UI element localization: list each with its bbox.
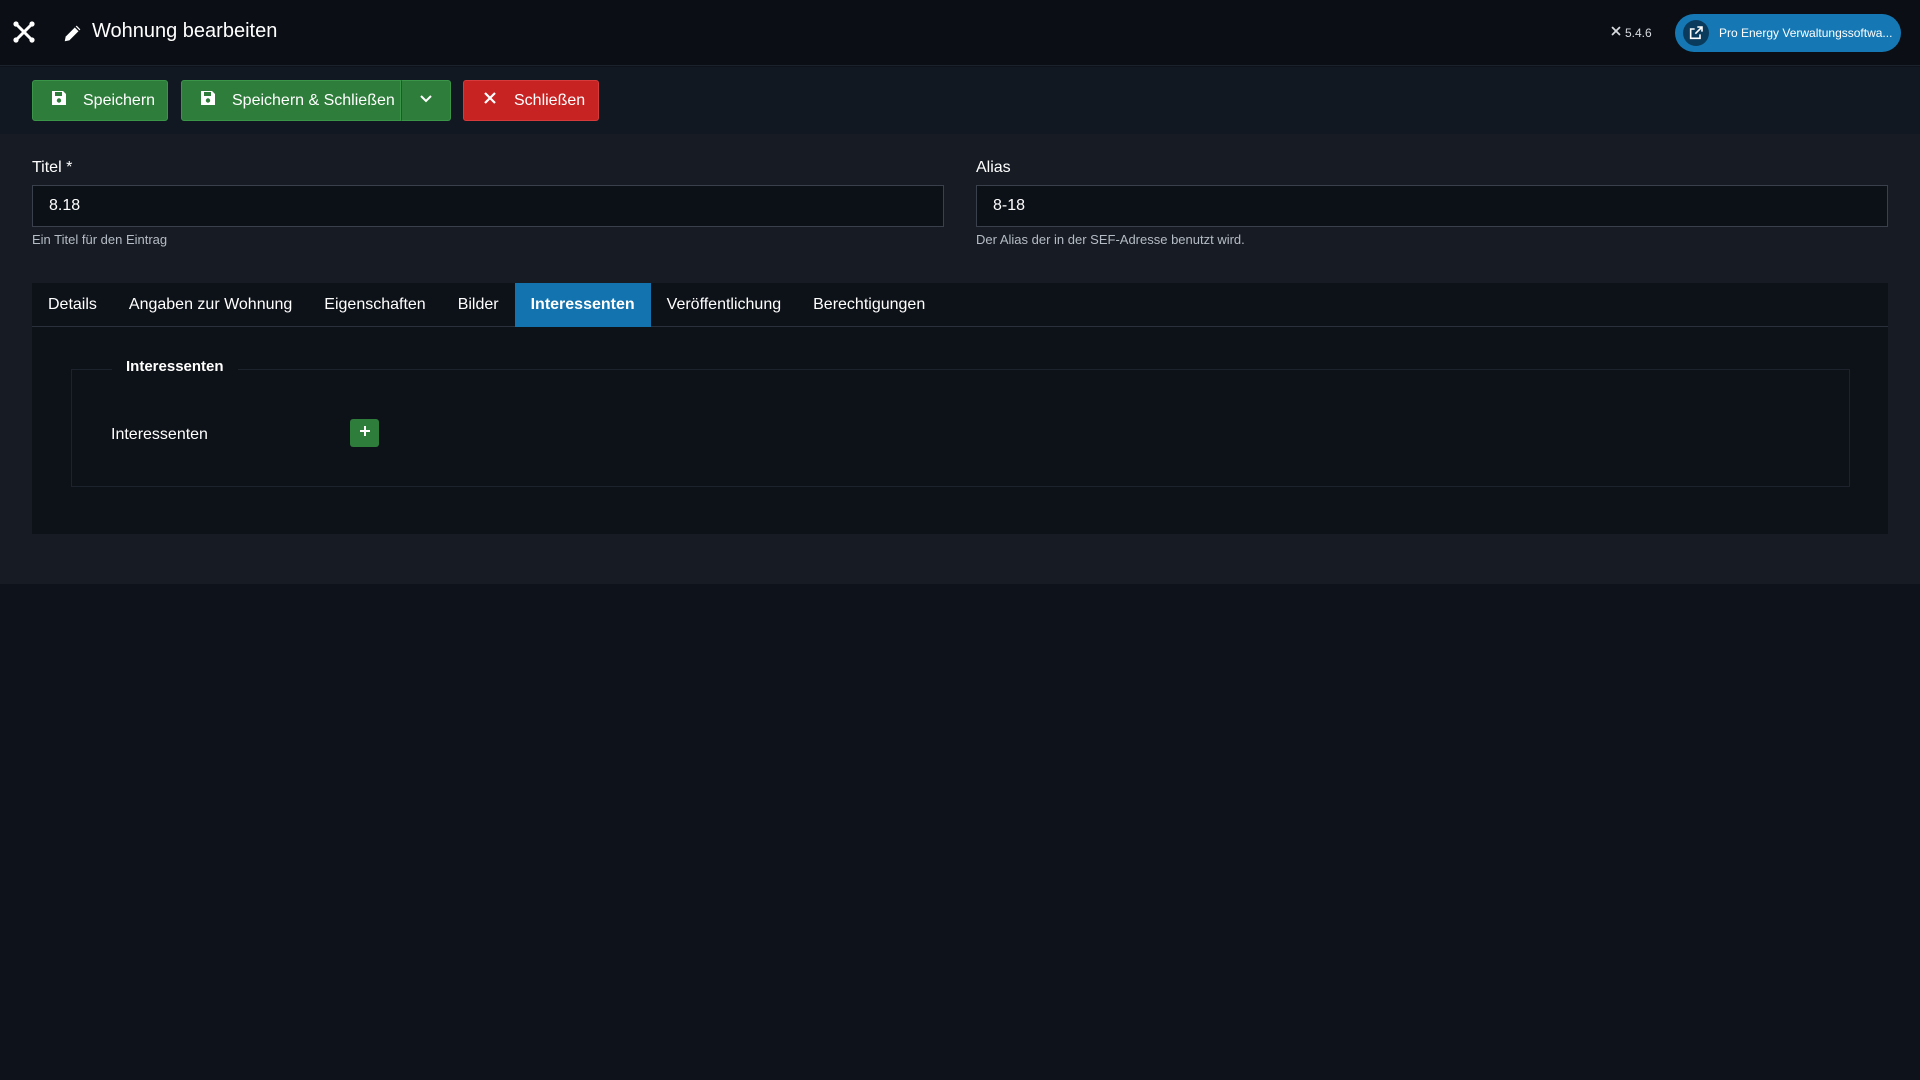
close-button[interactable]: Schließen (463, 80, 599, 121)
title-hint: Ein Titel für den Eintrag (32, 232, 168, 247)
version-info: 5.4.6 (1610, 25, 1652, 40)
close-label: Schließen (514, 91, 586, 109)
pencil-icon (62, 22, 84, 44)
joomla-icon[interactable] (12, 20, 36, 44)
title-label: Titel * (32, 159, 73, 176)
save-button[interactable]: Speichern (32, 80, 168, 121)
joomla-small-icon (1610, 25, 1622, 40)
tab-panel-interessenten: Interessenten Interessenten (32, 327, 1888, 534)
interessenten-fieldset: Interessenten Interessenten (71, 358, 1850, 487)
tab-interessenten[interactable]: Interessenten (514, 283, 651, 327)
tab-veroeffentlichung[interactable]: Veröffentlichung (651, 283, 797, 327)
save-and-close-button[interactable]: Speichern & Schließen (181, 80, 401, 121)
save-label: Speichern (83, 91, 156, 109)
page-title: Wohnung bearbeiten (92, 20, 278, 42)
interessenten-field-label: Interessenten (111, 426, 208, 443)
plus-icon (359, 424, 371, 442)
alias-hint: Der Alias der in der SEF-Adresse benutzt… (976, 232, 1245, 247)
save-and-close-label: Speichern & Schließen (232, 91, 395, 109)
view-site-label: Pro Energy Verwaltungssoftwa... (1719, 26, 1893, 40)
alias-label: Alias (976, 159, 1011, 176)
fieldset-legend: Interessenten (112, 358, 238, 375)
alias-input[interactable] (976, 185, 1888, 227)
tab-bar: Details Angaben zur Wohnung Eigenschafte… (32, 283, 1888, 327)
view-site-button[interactable]: Pro Energy Verwaltungssoftwa... (1675, 14, 1901, 52)
external-link-icon (1683, 20, 1709, 46)
toolbar: Speichern Speichern & Schließen Schließe… (0, 67, 1920, 134)
tab-bilder[interactable]: Bilder (442, 283, 515, 327)
version-label: 5.4.6 (1625, 25, 1652, 40)
title-input[interactable] (32, 185, 944, 227)
add-interessent-button[interactable] (350, 419, 379, 447)
tab-details[interactable]: Details (32, 283, 113, 327)
tab-eigenschaften[interactable]: Eigenschaften (308, 283, 441, 327)
save-options-dropdown-button[interactable] (401, 80, 451, 121)
close-icon (482, 90, 498, 111)
floppy-disk-icon (51, 90, 67, 111)
chevron-down-icon (418, 90, 434, 111)
tab-berechtigungen[interactable]: Berechtigungen (797, 283, 941, 327)
tab-angaben-zur-wohnung[interactable]: Angaben zur Wohnung (113, 283, 308, 327)
floppy-disk-icon (200, 90, 216, 111)
header-bar: Wohnung bearbeiten 5.4.6 Pro Energy Verw… (0, 0, 1920, 66)
